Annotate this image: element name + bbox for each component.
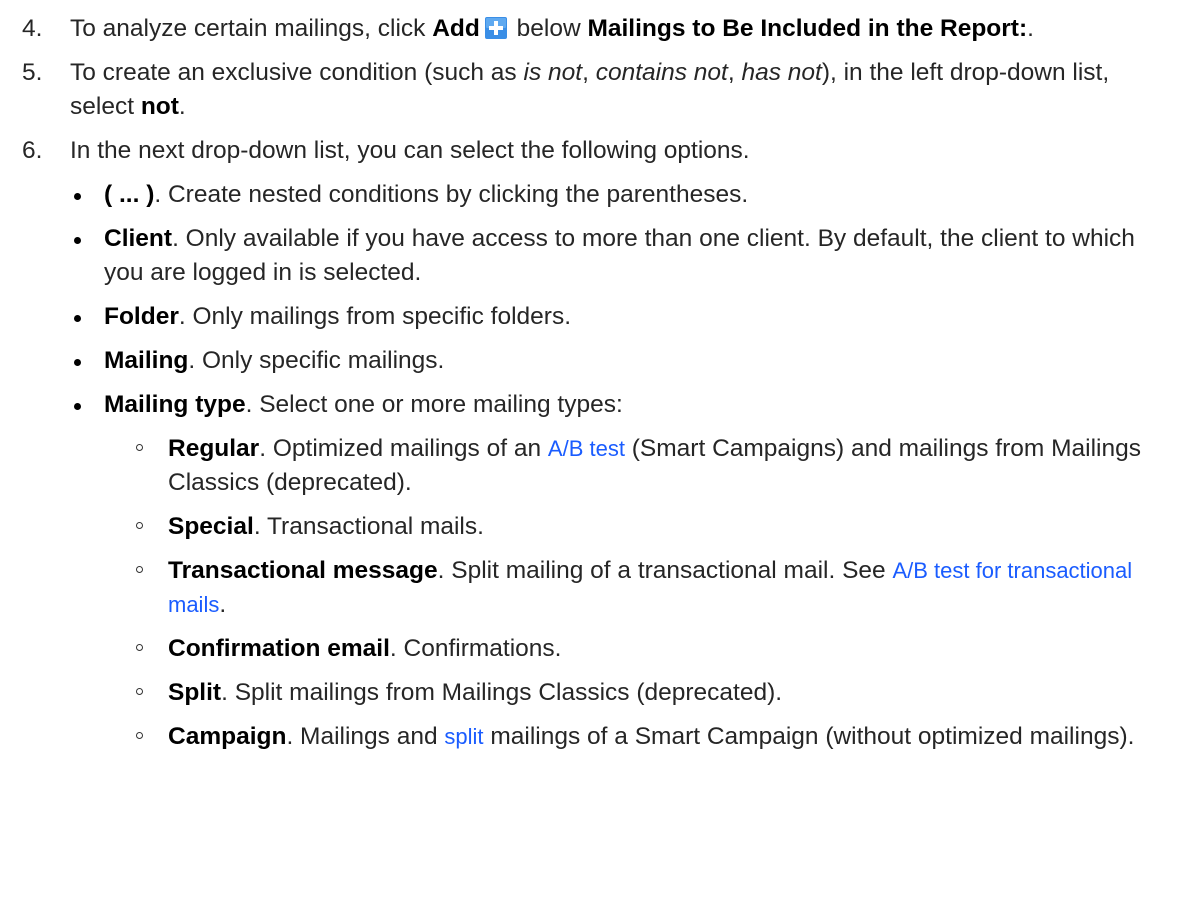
step-number: 5. [22, 59, 43, 86]
bullet-dot [74, 359, 81, 366]
bullet-circle [136, 522, 143, 529]
option-desc: . Only mailings from specific folders. [178, 303, 571, 330]
mailing-type-desc: . Split mailings from Mailings Classics … [221, 679, 783, 706]
separator: , [727, 59, 742, 86]
link-split[interactable]: split [444, 724, 483, 749]
list-item: Special. Transactional mails. [0, 510, 1186, 544]
option-desc: . Only available if you have access to m… [104, 225, 1135, 286]
bullet-dot [74, 237, 81, 244]
mailing-type-list: Regular. Optimized mailings of an A/B te… [0, 432, 1186, 754]
list-item: Transactional message. Split mailing of … [0, 554, 1186, 622]
list-item: ( ... ). Create nested conditions by cli… [0, 178, 1186, 212]
bullet-circle [136, 566, 143, 573]
step-number: 4. [22, 15, 43, 42]
list-item: Mailing type. Select one or more mailing… [0, 388, 1186, 422]
example-has-not: has not [741, 59, 822, 86]
example-is-not: is not [523, 59, 583, 86]
link-ab-test[interactable]: A/B test [548, 436, 625, 461]
mailing-type-desc: . Confirmations. [389, 635, 562, 662]
option-term: Folder [104, 303, 179, 330]
mailing-type-desc: . Optimized mailings of an [259, 435, 548, 462]
option-term: Mailing [104, 347, 189, 374]
mailing-type-desc: mailings of a Smart Campaign (without op… [483, 723, 1135, 750]
option-term: Client [104, 225, 173, 252]
add-plus-icon [484, 17, 507, 39]
mailing-type-term: Campaign [168, 723, 287, 750]
mailing-type-term: Special [168, 513, 254, 540]
option-term: ( ... ) [104, 181, 155, 208]
option-desc: . Only specific mailings. [188, 347, 445, 374]
step-text: below [509, 15, 588, 42]
example-contains-not: contains not [595, 59, 728, 86]
ui-label-mailings-included: Mailings to Be Included in the Report: [587, 15, 1028, 42]
document-page: 4. To analyze certain mailings, click Ad… [0, 0, 1186, 754]
step-6: 6. In the next drop-down list, you can s… [0, 134, 1186, 168]
step-text: . [178, 93, 186, 120]
mailing-type-desc: . Split mailing of a transactional mail.… [437, 557, 893, 584]
list-item: Campaign. Mailings and split mailings of… [0, 720, 1186, 754]
step-number: 6. [22, 137, 43, 164]
list-item: Mailing. Only specific mailings. [0, 344, 1186, 378]
option-desc: . Create nested conditions by clicking t… [154, 181, 749, 208]
list-item: Confirmation email. Confirmations. [0, 632, 1186, 666]
mailing-type-desc: . [219, 591, 227, 618]
mailing-type-desc: . Mailings and [286, 723, 445, 750]
bullet-dot [74, 403, 81, 410]
option-not: not [140, 93, 179, 120]
step-5: 5. To create an exclusive condition (suc… [0, 56, 1186, 124]
bullet-dot [74, 193, 81, 200]
mailing-type-term: Confirmation email [168, 635, 390, 662]
mailing-type-term: Transactional message [168, 557, 438, 584]
list-item: Client. Only available if you have acces… [0, 222, 1186, 290]
options-list: ( ... ). Create nested conditions by cli… [0, 178, 1186, 754]
step-text: To create an exclusive condition (such a… [70, 59, 524, 86]
step-text: To analyze certain mailings, click [70, 15, 433, 42]
bullet-circle [136, 732, 143, 739]
bullet-dot [74, 315, 81, 322]
list-item: Regular. Optimized mailings of an A/B te… [0, 432, 1186, 500]
mailing-type-term: Regular [168, 435, 260, 462]
separator: , [582, 59, 596, 86]
step-text: In the next drop-down list, you can sele… [70, 137, 750, 164]
add-label: Add [432, 15, 480, 42]
step-text: . [1027, 15, 1034, 42]
option-desc: . Select one or more mailing types: [245, 391, 623, 418]
option-term: Mailing type [104, 391, 246, 418]
bullet-circle [136, 644, 143, 651]
list-item: Split. Split mailings from Mailings Clas… [0, 676, 1186, 710]
mailing-type-desc: . Transactional mails. [253, 513, 484, 540]
mailing-type-term: Split [168, 679, 222, 706]
list-item: Folder. Only mailings from specific fold… [0, 300, 1186, 334]
bullet-circle [136, 688, 143, 695]
step-4: 4. To analyze certain mailings, click Ad… [0, 12, 1186, 46]
bullet-circle [136, 444, 143, 451]
